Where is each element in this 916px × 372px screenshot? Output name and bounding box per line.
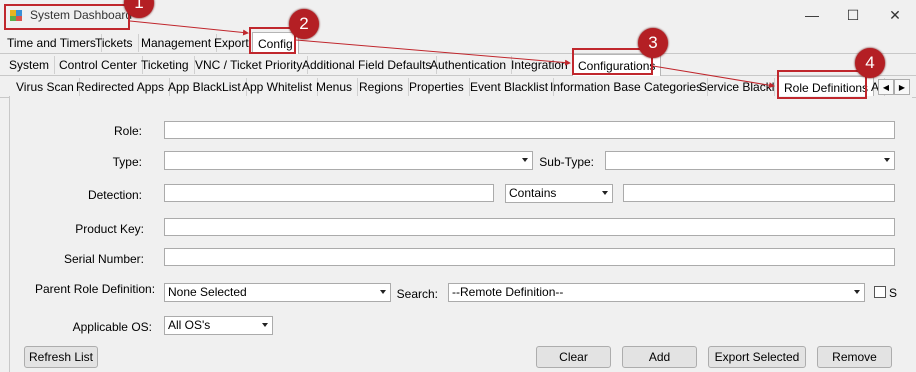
arrow-3-to-4	[652, 65, 775, 89]
step-badge-4: 4	[855, 48, 885, 78]
annotation-arrows	[129, 20, 775, 89]
arrow-2-to-3	[295, 39, 571, 66]
arrow-1-to-2	[129, 20, 249, 36]
callout-box-4	[777, 70, 867, 99]
callout-box-1	[4, 4, 130, 30]
callout-box-2	[249, 27, 296, 54]
step-badge-3: 3	[638, 28, 668, 58]
step-badge-2: 2	[289, 9, 319, 39]
